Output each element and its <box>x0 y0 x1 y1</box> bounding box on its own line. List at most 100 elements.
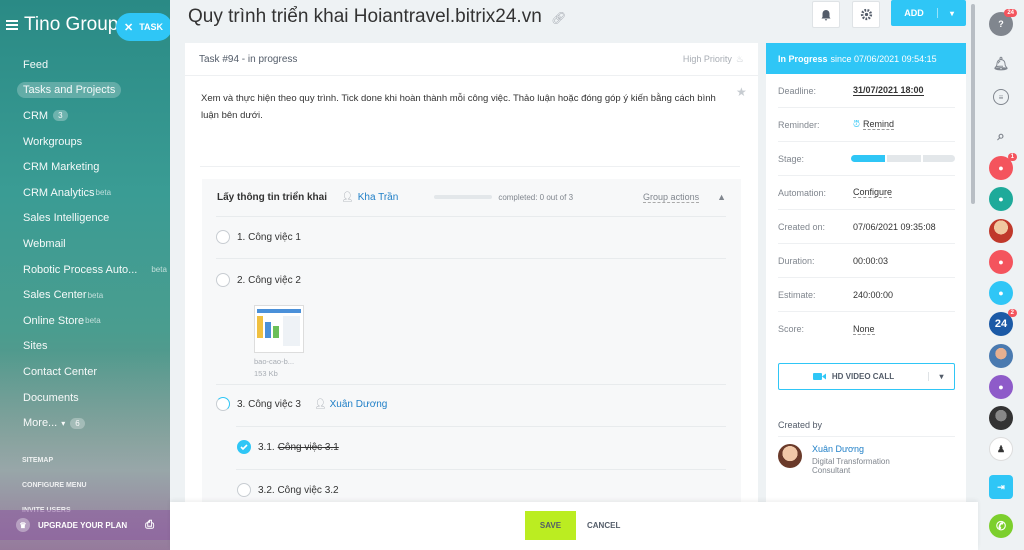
checklist-item[interactable]: 1. Công việc 1 <box>216 230 301 244</box>
sidebar-item-sales-center[interactable]: Sales Center beta <box>14 282 164 308</box>
sidebar-item-webmail[interactable]: Webmail <box>14 231 164 257</box>
printer-icon[interactable]: ⎙ <box>145 519 154 532</box>
sidebar-item-more[interactable]: More... ▾ 6 <box>14 410 164 436</box>
score-value[interactable]: None <box>853 324 875 335</box>
stage-segment-active[interactable] <box>851 155 885 162</box>
sidebar-item-rpa[interactable]: Robotic Process Auto... beta <box>14 257 167 283</box>
bell-button[interactable] <box>812 1 840 28</box>
configure-menu-link[interactable]: CONFIGURE MENU <box>22 473 87 498</box>
sidebar-item-online-store[interactable]: Online Store beta <box>14 308 164 334</box>
stage-selector[interactable] <box>851 155 955 162</box>
attachment-name[interactable]: bao-cao-b... <box>254 357 294 366</box>
stage-segment[interactable] <box>923 155 955 162</box>
item-assignee[interactable]: Xuân Dương <box>330 399 388 410</box>
sidebar-item-tasks[interactable]: Tasks and Projects <box>14 78 164 104</box>
notifications-button[interactable]: 🔔︎ <box>989 52 1013 76</box>
search-icon: ⌕ <box>997 128 1005 143</box>
remind-link[interactable]: Remind <box>863 119 895 130</box>
created-on-value: 07/06/2021 09:35:08 <box>853 221 936 232</box>
checklist-completed: completed: 0 out of 3 <box>498 192 574 202</box>
contact-avatar[interactable]: ♟ <box>989 437 1013 461</box>
sidebar-item-sales-intelligence[interactable]: Sales Intelligence <box>14 206 164 232</box>
sidebar-item-label: Workgroups <box>23 135 83 148</box>
sitemap-link[interactable]: SITEMAP <box>22 448 87 473</box>
chevron-down-icon[interactable]: ▾ <box>928 372 954 381</box>
chat-icon: ≡ <box>998 92 1004 102</box>
menu-icon[interactable] <box>6 20 18 30</box>
chevron-up-icon[interactable]: ▲ <box>717 192 726 202</box>
sidebar-item-workgroups[interactable]: Workgroups <box>14 129 164 155</box>
sidebar-item-label: Sales Center <box>23 289 87 302</box>
group-actions-link[interactable]: Group actions <box>643 192 700 203</box>
sidebar-item-label: Feed <box>23 58 49 71</box>
beta-tag: beta <box>95 188 112 198</box>
right-rail: ? 24 🔔︎ ≡ ⌕ ● 1 ● ● ● 24 2 ● ♟ ⇥ ✆ <box>978 0 1024 550</box>
contact-avatar[interactable]: ● <box>989 281 1013 305</box>
divider <box>216 384 726 385</box>
assignee-name: Kha Trần <box>357 191 399 203</box>
scrollbar[interactable] <box>971 4 975 204</box>
contact-avatar[interactable]: ● <box>989 375 1013 399</box>
close-icon: ✕ <box>124 21 134 34</box>
contact-avatar[interactable]: ● <box>989 187 1013 211</box>
bitrix24-logo: 24 <box>994 318 1008 330</box>
user-icon: 👤︎ <box>313 398 327 410</box>
contact-avatar[interactable]: ● 1 <box>989 153 1017 180</box>
priority-toggle[interactable]: High Priority ♨ <box>683 54 744 65</box>
chat-button[interactable]: ≡ <box>993 89 1009 105</box>
priority-label: High Priority <box>682 54 732 64</box>
checklist-item[interactable]: 2. Công việc 2 <box>216 273 301 287</box>
sidebar-item-label: CRM Marketing <box>23 161 100 174</box>
field-label: Deadline: <box>778 85 817 96</box>
help-button[interactable]: ? 24 <box>989 9 1017 36</box>
contact-avatar[interactable]: ● <box>989 250 1013 274</box>
save-button[interactable]: SAVE <box>525 511 576 540</box>
stage-segment[interactable] <box>887 155 921 162</box>
contact-avatar[interactable] <box>989 406 1013 430</box>
app-logo[interactable]: Tino Group <box>6 14 118 36</box>
checklist-subitem[interactable]: 3.2. Công việc 3.2 <box>237 483 339 497</box>
checklist-item[interactable]: 3. Công việc 3 👤︎ Xuân Dương <box>216 397 387 411</box>
sidebar-item-contact-center[interactable]: Contact Center <box>14 359 164 385</box>
contact-avatar[interactable] <box>989 219 1013 243</box>
checked-checkbox[interactable] <box>237 440 251 454</box>
configure-link[interactable]: Configure <box>853 187 893 198</box>
sidebar-item-crm[interactable]: CRM 3 <box>14 103 164 129</box>
deadline-value[interactable]: 31/07/2021 18:00 <box>853 85 924 96</box>
cancel-button[interactable]: CANCEL <box>587 511 620 540</box>
video-call-main[interactable]: HD VIDEO CALL <box>779 372 928 381</box>
sidebar-item-feed[interactable]: Feed <box>14 52 164 78</box>
partial-progress-icon[interactable] <box>216 397 230 411</box>
checklist-assignee[interactable]: 👤︎ Kha Trần <box>341 192 398 203</box>
upgrade-plan-button[interactable]: ♛ UPGRADE YOUR PLAN ⎙ <box>0 510 170 540</box>
sidebar-item-crm-marketing[interactable]: CRM Marketing <box>14 154 164 180</box>
task-description: Xem và thực hiện theo quy trình. Tick do… <box>201 93 716 121</box>
attachment-thumbnail[interactable] <box>254 305 304 353</box>
checkbox[interactable] <box>216 273 230 287</box>
task-button[interactable]: ✕ TASK <box>116 13 170 41</box>
chevron-down-icon[interactable]: ▾ <box>938 9 966 18</box>
settings-button[interactable] <box>852 1 880 28</box>
exit-button[interactable]: ⇥ <box>989 475 1013 499</box>
hd-video-call-button[interactable]: HD VIDEO CALL ▾ <box>778 363 955 390</box>
avatar[interactable] <box>778 444 802 468</box>
add-button[interactable]: ADD ▾ <box>891 0 966 26</box>
bitrix24-avatar[interactable]: 24 2 <box>989 309 1017 336</box>
divider <box>216 216 726 217</box>
creator-info: Xuân Dương Digital Transformation Consul… <box>812 444 890 475</box>
call-button[interactable]: ✆ <box>989 514 1013 538</box>
contact-avatar[interactable] <box>989 344 1013 368</box>
sidebar-item-documents[interactable]: Documents <box>14 385 164 411</box>
checkbox[interactable] <box>237 483 251 497</box>
sidebar-item-crm-analytics[interactable]: CRM Analytics beta <box>14 180 164 206</box>
sidebar-item-label: More... <box>23 417 58 430</box>
creator-name[interactable]: Xuân Dương <box>812 444 890 454</box>
checklist: Lấy thông tin triển khai 👤︎ Kha Trần com… <box>202 179 741 513</box>
search-button[interactable]: ⌕ <box>989 124 1013 148</box>
star-icon[interactable]: ★ <box>736 85 747 99</box>
checklist-subitem[interactable]: 3.1. Công việc 3.1 <box>237 440 339 454</box>
checkbox[interactable] <box>216 230 230 244</box>
link-icon[interactable]: 🔗︎ <box>551 11 566 25</box>
chevron-down-icon: ▾ <box>61 418 66 428</box>
sidebar-item-sites[interactable]: Sites <box>14 334 164 360</box>
